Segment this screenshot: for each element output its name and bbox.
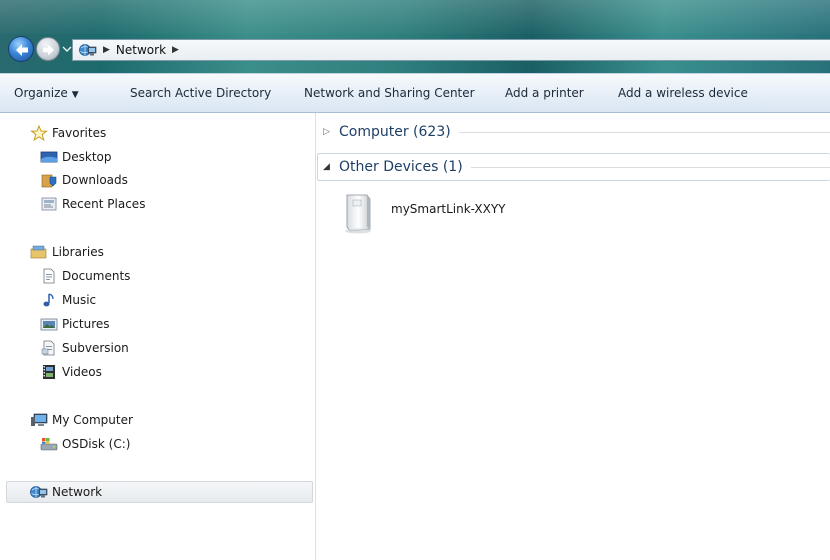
group-header-other-devices[interactable]: ◢ Other Devices (1) — [323, 156, 830, 178]
forward-arrow-icon — [43, 44, 54, 56]
group-other-devices-label: Other Devices (1) — [339, 159, 463, 175]
music-icon — [43, 293, 54, 307]
nav-documents-label: Documents — [62, 269, 131, 283]
add-printer-button[interactable]: Add a printer — [505, 86, 584, 100]
nav-documents[interactable]: Documents — [40, 266, 130, 286]
breadcrumb-separator-icon[interactable]: ▶ — [172, 45, 179, 55]
subversion-icon — [41, 340, 55, 356]
nav-favorites[interactable]: Favorites — [30, 123, 106, 143]
nav-libraries[interactable]: Libraries — [30, 242, 104, 262]
documents-icon — [43, 268, 55, 284]
network-icon — [30, 486, 48, 498]
videos-icon — [43, 365, 55, 379]
back-arrow-icon — [16, 44, 28, 56]
back-button[interactable] — [8, 36, 34, 62]
group-divider — [470, 166, 830, 168]
nav-videos[interactable]: Videos — [40, 362, 102, 382]
content-pane: ▷ Computer (623) ◢ Other Devices (1) myS… — [317, 113, 830, 560]
title-bar-sheen — [0, 0, 830, 34]
desktop-icon — [40, 151, 58, 163]
nav-music-label: Music — [62, 293, 97, 307]
nav-favorites-label: Favorites — [52, 126, 107, 140]
search-active-directory-button[interactable]: Search Active Directory — [130, 86, 271, 100]
computer-icon — [31, 413, 48, 426]
drive-icon — [40, 438, 58, 451]
address-bar[interactable]: ▶ Network ▶ — [72, 39, 830, 61]
forward-button[interactable] — [36, 37, 60, 61]
organize-button[interactable]: Organize ▼ — [14, 86, 79, 100]
nav-desktop[interactable]: Desktop — [40, 147, 112, 167]
nav-pictures[interactable]: Pictures — [40, 314, 110, 334]
group-divider — [458, 131, 830, 133]
star-icon — [30, 125, 48, 141]
breadcrumb-separator-icon[interactable]: ▶ — [103, 45, 110, 55]
group-computer-label: Computer (623) — [339, 124, 451, 140]
nav-pictures-label: Pictures — [62, 317, 110, 331]
downloads-icon — [41, 174, 57, 188]
nav-desktop-label: Desktop — [62, 150, 112, 164]
nav-my-computer[interactable]: My Computer — [30, 410, 133, 430]
nav-music[interactable]: Music — [40, 290, 96, 310]
command-toolbar: Organize ▼ Search Active Directory Networ… — [0, 73, 830, 113]
chevron-down-icon: ▼ — [71, 90, 79, 100]
nav-recent-places-label: Recent Places — [62, 197, 146, 211]
expand-triangle-icon: ▷ — [323, 127, 330, 137]
device-label: mySmartLink-XXYY — [391, 202, 506, 216]
nav-osdisk[interactable]: OSDisk (C:) — [40, 434, 130, 454]
recent-places-icon — [41, 197, 57, 211]
libraries-icon — [30, 245, 47, 259]
nav-videos-label: Videos — [62, 365, 102, 379]
network-device-icon — [345, 194, 371, 234]
nav-subversion-label: Subversion — [62, 341, 129, 355]
network-icon — [79, 44, 97, 56]
group-header-computer[interactable]: ▷ Computer (623) — [323, 121, 830, 143]
breadcrumb-network[interactable]: Network — [116, 43, 166, 57]
pictures-icon — [40, 318, 58, 331]
navigation-pane: Favorites Desktop Downloads Recent Place… — [0, 113, 316, 560]
nav-my-computer-label: My Computer — [52, 413, 133, 427]
nav-downloads-label: Downloads — [62, 173, 128, 187]
nav-network-label: Network — [52, 485, 103, 499]
add-wireless-device-button[interactable]: Add a wireless device — [618, 86, 748, 100]
nav-subversion[interactable]: Subversion — [40, 338, 129, 358]
nav-libraries-label: Libraries — [52, 245, 104, 259]
nav-recent-places[interactable]: Recent Places — [40, 194, 145, 214]
organize-label: Organize — [14, 86, 68, 100]
nav-downloads[interactable]: Downloads — [40, 170, 128, 190]
nav-osdisk-label: OSDisk (C:) — [62, 437, 131, 451]
network-sharing-center-button[interactable]: Network and Sharing Center — [304, 86, 475, 100]
collapse-triangle-icon: ◢ — [323, 162, 330, 172]
recent-pages-dropdown-icon[interactable] — [62, 44, 72, 54]
nav-network[interactable]: Network — [30, 482, 102, 502]
window-title-bar: ▶ Network ▶ — [0, 0, 830, 73]
device-item[interactable]: mySmartLink-XXYY — [341, 191, 506, 235]
